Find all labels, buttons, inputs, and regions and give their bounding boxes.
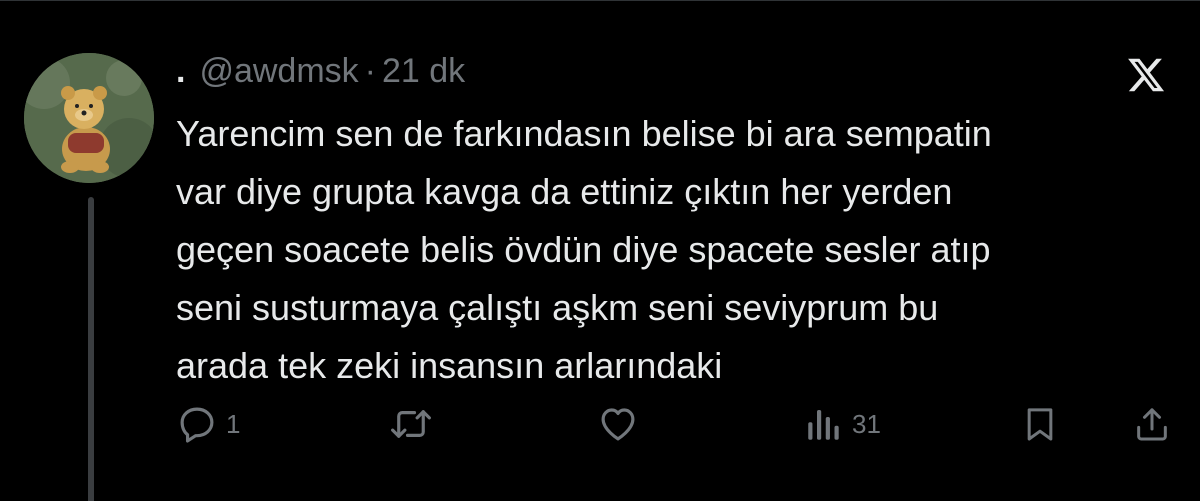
share-icon [1137,408,1167,441]
retweet-button[interactable] [388,399,442,449]
views-chart-icon [808,410,839,440]
bookmark-button[interactable] [1020,399,1060,449]
tweet-card[interactable]: . @awdmsk · 21 dk Yarencim sen de farkın… [0,0,1200,501]
reply-button[interactable]: 1 [176,399,240,449]
x-logo-icon[interactable] [1126,55,1166,95]
reply-icon [180,407,214,443]
user-handle[interactable]: @awdmsk [199,52,358,91]
tweet-text: Yarencim sen de farkındasın belise bi ar… [176,113,992,386]
timestamp[interactable]: 21 dk [382,52,465,91]
like-button[interactable] [596,399,648,449]
thread-line [88,197,94,501]
avatar[interactable] [24,53,154,183]
heart-icon [601,408,635,441]
bookmark-icon [1027,408,1053,441]
views-button[interactable]: 31 [804,399,881,449]
reply-count: 1 [226,408,241,439]
retweet-icon [391,410,431,438]
header-separator: · [364,51,376,90]
display-name[interactable]: . [176,52,185,91]
share-button[interactable] [1132,399,1172,449]
tweet-header: . @awdmsk · 21 dk [176,49,465,93]
action-bar: 1 31 [176,399,1176,449]
views-count: 31 [852,408,881,439]
bear-avatar-icon [24,53,154,183]
